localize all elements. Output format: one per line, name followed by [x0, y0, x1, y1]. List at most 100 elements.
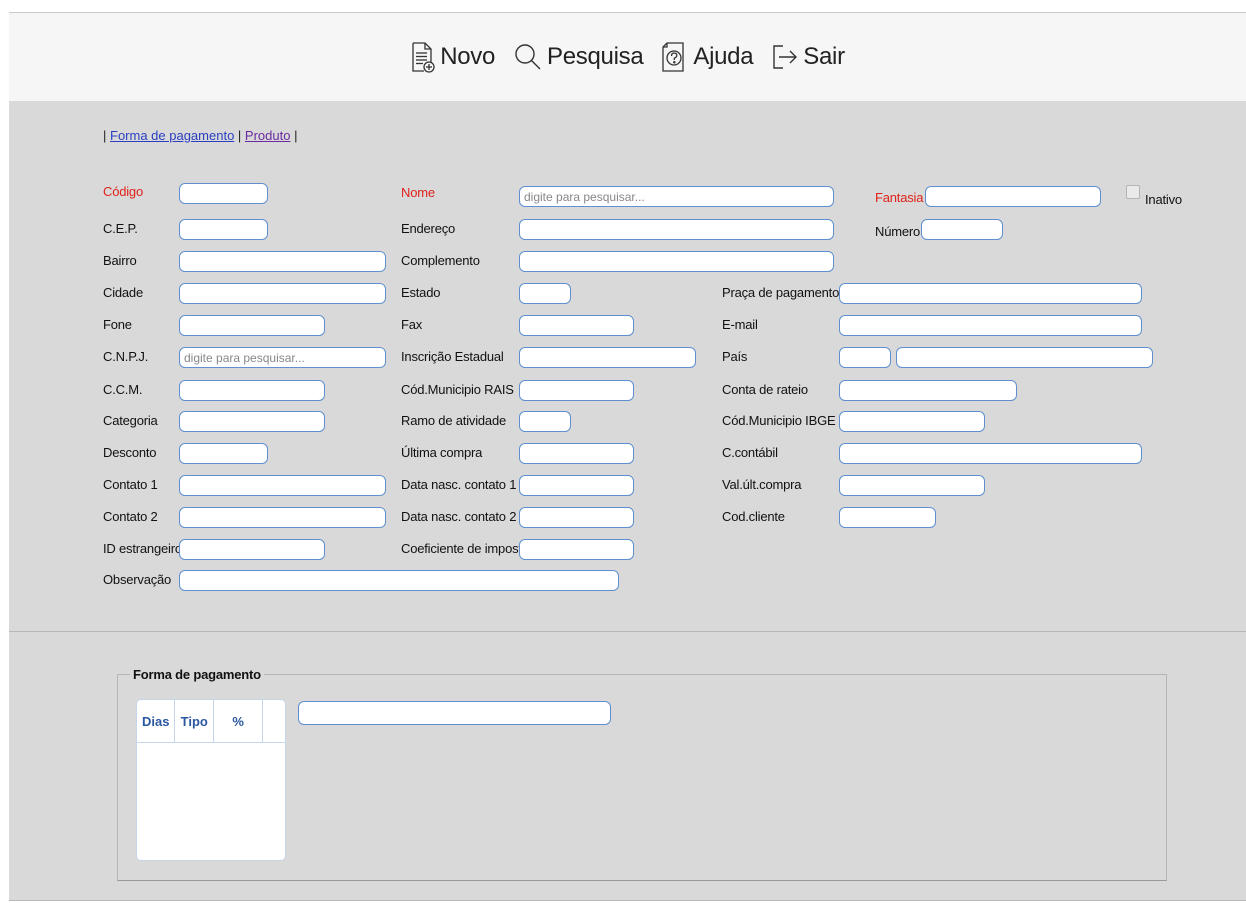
complemento-label: Complemento [401, 253, 480, 268]
column-dias[interactable]: Dias [137, 700, 176, 742]
cnpj-input[interactable] [179, 347, 386, 368]
categoria-input[interactable] [179, 411, 325, 432]
column-tipo[interactable]: Tipo [175, 700, 214, 742]
conta-rateio-label: Conta de rateio [722, 382, 808, 397]
praca-label: Praça de pagamento [722, 285, 840, 300]
observacao-input[interactable] [179, 570, 619, 591]
cep-input[interactable] [179, 219, 268, 240]
contato1-label: Contato 1 [103, 477, 158, 492]
categoria-label: Categoria [103, 413, 158, 428]
app-frame: Novo Pesquisa Ajuda Sair | Forma de paga… [9, 12, 1246, 901]
link-produto[interactable]: Produto [245, 128, 291, 143]
email-label: E-mail [722, 317, 758, 332]
desconto-input[interactable] [179, 443, 268, 464]
forma-pagamento-grid[interactable]: Dias Tipo % [136, 699, 286, 861]
exit-icon [771, 44, 799, 70]
desconto-label: Desconto [103, 445, 157, 460]
help-icon [661, 41, 689, 73]
forma-pagamento-panel: Forma de pagamento Dias Tipo % [9, 632, 1246, 901]
id-estrangeiro-label: ID estrangeiro [103, 541, 182, 556]
ccontabil-input[interactable] [839, 443, 1142, 464]
forma-pagamento-legend: Forma de pagamento [133, 667, 261, 682]
toolbar: Novo Pesquisa Ajuda Sair [9, 13, 1246, 101]
conta-rateio-input[interactable] [839, 380, 1017, 401]
estado-label: Estado [401, 285, 441, 300]
new-document-icon [410, 41, 436, 73]
nome-label: Nome [401, 185, 435, 200]
ccm-input[interactable] [179, 380, 325, 401]
fone-label: Fone [103, 317, 132, 332]
ultima-compra-label: Última compra [401, 445, 483, 460]
cidade-input[interactable] [179, 283, 386, 304]
codigo-label: Código [103, 184, 143, 199]
cnpj-label: C.N.P.J. [103, 349, 149, 364]
email-input[interactable] [839, 315, 1142, 336]
pais-code-input[interactable] [839, 347, 891, 368]
bairro-input[interactable] [179, 251, 386, 272]
inativo-checkbox[interactable] [1126, 185, 1140, 199]
inativo-label: Inativo [1145, 192, 1182, 207]
data-nasc1-input[interactable] [519, 475, 634, 496]
cep-label: C.E.P. [103, 221, 138, 236]
form-panel: | Forma de pagamento | Produto | Código … [9, 101, 1246, 632]
estado-input[interactable] [519, 283, 571, 304]
cod-ibge-input[interactable] [839, 411, 985, 432]
contato2-input[interactable] [179, 507, 386, 528]
complemento-input[interactable] [519, 251, 834, 272]
grid-header: Dias Tipo % [137, 700, 285, 743]
search-icon [513, 42, 543, 72]
coef-imposto-input[interactable] [519, 539, 634, 560]
novo-label: Novo [440, 43, 496, 70]
fone-input[interactable] [179, 315, 325, 336]
ajuda-button[interactable]: Ajuda [661, 41, 754, 73]
sair-label: Sair [803, 43, 845, 70]
ccm-label: C.C.M. [103, 382, 143, 397]
data-nasc2-label: Data nasc. contato 2 [401, 509, 517, 524]
cod-cliente-input[interactable] [839, 507, 936, 528]
pesquisa-label: Pesquisa [547, 43, 644, 70]
inscricao-input[interactable] [519, 347, 696, 368]
ramo-input[interactable] [519, 411, 571, 432]
cod-rais-label: Cód.Municipio RAIS [401, 382, 514, 397]
coef-imposto-label: Coeficiente de imposto [401, 541, 529, 556]
endereco-label: Endereço [401, 221, 456, 236]
fax-input[interactable] [519, 315, 634, 336]
val-ult-label: Val.últ.compra [722, 477, 802, 492]
forma-pagamento-input[interactable] [298, 701, 611, 725]
bairro-label: Bairro [103, 253, 137, 268]
cidade-label: Cidade [103, 285, 143, 300]
pais-name-input[interactable] [896, 347, 1153, 368]
pais-label: País [722, 349, 748, 364]
column-percent[interactable]: % [214, 700, 264, 742]
column-spacer [263, 700, 285, 742]
praca-input[interactable] [839, 283, 1142, 304]
ccontabil-label: C.contábil [722, 445, 778, 460]
observacao-label: Observação [103, 572, 172, 587]
val-ult-input[interactable] [839, 475, 985, 496]
ajuda-label: Ajuda [693, 43, 754, 70]
contato2-label: Contato 2 [103, 509, 158, 524]
codigo-input[interactable] [179, 183, 268, 204]
numero-label: Número [875, 224, 921, 239]
ultima-compra-input[interactable] [519, 443, 634, 464]
fantasia-label: Fantasia [875, 190, 924, 205]
endereco-input[interactable] [519, 219, 834, 240]
id-estrangeiro-input[interactable] [179, 539, 325, 560]
fax-label: Fax [401, 317, 423, 332]
data-nasc2-input[interactable] [519, 507, 634, 528]
link-forma-pagamento[interactable]: Forma de pagamento [110, 128, 234, 143]
contato1-input[interactable] [179, 475, 386, 496]
ramo-label: Ramo de atividade [401, 413, 506, 428]
inscricao-label: Inscrição Estadual [401, 349, 504, 364]
pesquisa-button[interactable]: Pesquisa [513, 42, 644, 72]
cod-cliente-label: Cod.cliente [722, 509, 785, 524]
tab-links: | Forma de pagamento | Produto | [103, 128, 298, 143]
data-nasc1-label: Data nasc. contato 1 [401, 477, 517, 492]
fantasia-input[interactable] [925, 186, 1101, 207]
cod-rais-input[interactable] [519, 380, 634, 401]
novo-button[interactable]: Novo [410, 41, 495, 73]
cod-ibge-label: Cód.Municipio IBGE [722, 413, 836, 428]
numero-input[interactable] [921, 219, 1003, 240]
nome-input[interactable] [519, 186, 834, 207]
sair-button[interactable]: Sair [771, 43, 845, 71]
